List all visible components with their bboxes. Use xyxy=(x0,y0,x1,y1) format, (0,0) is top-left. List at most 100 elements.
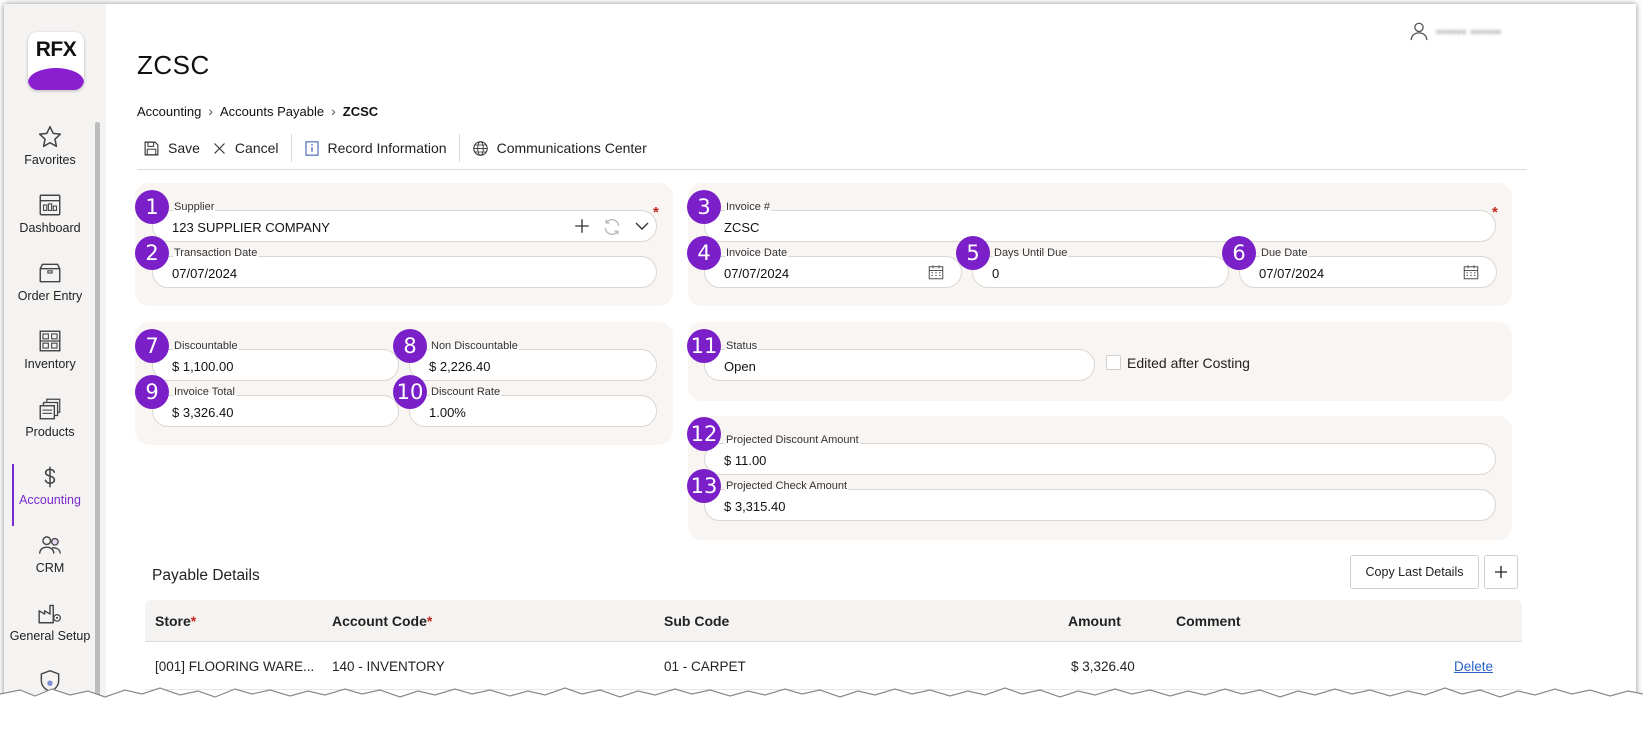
transaction-date-field[interactable]: Transaction Date 07/07/2024 xyxy=(152,247,657,288)
sidebar-item-label: General Setup xyxy=(9,629,91,643)
projected-discount-amount-field[interactable]: Projected Discount Amount $ 11.00 xyxy=(704,434,1496,475)
invoice-total-field[interactable]: Invoice Total $ 3,326.40 xyxy=(152,386,399,427)
discountable-field[interactable]: Discountable $ 1,100.00 xyxy=(152,340,399,381)
save-button[interactable]: Save xyxy=(137,134,206,162)
non-discountable-field[interactable]: Non Discountable $ 2,226.40 xyxy=(409,340,657,381)
breadcrumb-accounts-payable[interactable]: Accounts Payable xyxy=(220,104,324,119)
callout-badge: 5 xyxy=(956,236,990,270)
sidebar-item-dashboard[interactable]: Dashboard xyxy=(4,192,96,254)
sidebar-item-general-setup[interactable]: General Setup xyxy=(4,600,96,662)
breadcrumb: Accounting › Accounts Payable › ZCSC xyxy=(137,103,378,119)
sidebar: RFX Favorites Dashboard Order Entry Inve… xyxy=(4,4,106,726)
copy-last-details-button[interactable]: Copy Last Details xyxy=(1350,555,1479,589)
sidebar-item-label: Products xyxy=(25,425,75,439)
sidebar-item-crm[interactable]: CRM xyxy=(4,532,96,594)
communications-center-button[interactable]: Communications Center xyxy=(466,134,653,162)
due-date-field[interactable]: Due Date 07/07/2024 xyxy=(1239,247,1497,288)
sidebar-item-order-entry[interactable]: Order Entry xyxy=(4,260,96,322)
payable-details-title: Payable Details xyxy=(152,567,260,584)
user-name: ▪▪▪▪▪▪ ▪▪▪▪▪▪ xyxy=(1436,23,1502,39)
user-icon xyxy=(1410,22,1428,41)
toolbar-divider xyxy=(458,134,460,162)
discount-rate-field[interactable]: Discount Rate 1.00% xyxy=(409,386,657,427)
due-date-value: 07/07/2024 xyxy=(1259,266,1325,281)
callout-badge: 2 xyxy=(135,236,169,270)
callout-badge: 3 xyxy=(687,190,721,224)
chevron-right-icon: › xyxy=(208,103,213,119)
delete-link[interactable]: Delete xyxy=(1454,659,1493,674)
column-header-comment[interactable]: Comment xyxy=(1176,613,1241,629)
sidebar-item-label: CRM xyxy=(35,561,65,575)
callout-badge: 4 xyxy=(687,236,721,270)
calendar-icon[interactable] xyxy=(927,263,945,281)
logo-text: RFX xyxy=(35,38,77,61)
dashboard-icon xyxy=(39,194,61,216)
sidebar-item-label: Order Entry xyxy=(17,289,83,303)
days-until-due-label: Days Until Due xyxy=(993,247,1069,259)
discount-rate-value: 1.00% xyxy=(429,405,466,420)
non-discountable-label: Non Discountable xyxy=(430,340,519,352)
app-window: RFX Favorites Dashboard Order Entry Inve… xyxy=(4,4,1636,726)
days-until-due-value: 0 xyxy=(992,266,1000,281)
sidebar-item-label: Inventory xyxy=(24,357,76,371)
edited-after-costing-label: Edited after Costing xyxy=(1127,355,1250,371)
toolbar: Save Cancel Record Information Communica… xyxy=(137,134,653,162)
table-header: Store* Account Code* Sub Code Amount Com… xyxy=(145,600,1522,642)
status-value: Open xyxy=(724,359,756,374)
refresh-icon[interactable] xyxy=(602,217,622,237)
sidebar-item-label: Favorites xyxy=(24,153,76,167)
cell-amount: $ 3,326.40 xyxy=(1071,659,1135,674)
invoice-date-field[interactable]: Invoice Date 07/07/2024 xyxy=(704,247,962,288)
callout-badge: 11 xyxy=(687,329,721,363)
callout-badge: 9 xyxy=(135,375,169,409)
sidebar-item-label: Dashboard xyxy=(19,221,81,235)
column-header-sub-code[interactable]: Sub Code xyxy=(664,613,729,629)
sidebar-item-favorites[interactable]: Favorites xyxy=(4,124,96,186)
sidebar-item-inventory[interactable]: Inventory xyxy=(4,328,96,390)
factory-gear-icon xyxy=(38,604,61,624)
projected-check-amount-field[interactable]: Projected Check Amount $ 3,315.40 xyxy=(704,480,1496,521)
non-discountable-value: $ 2,226.40 xyxy=(429,359,491,374)
products-icon xyxy=(39,398,61,420)
record-information-label: Record Information xyxy=(327,140,447,156)
cancel-button[interactable]: Cancel xyxy=(206,134,285,162)
calendar-icon[interactable] xyxy=(1462,263,1480,281)
breadcrumb-accounting[interactable]: Accounting xyxy=(137,104,201,119)
callout-badge: 7 xyxy=(135,329,169,363)
days-until-due-field[interactable]: Days Until Due 0 xyxy=(972,247,1229,288)
status-field[interactable]: Status Open xyxy=(704,340,1095,381)
dollar-icon xyxy=(44,466,56,488)
record-information-button[interactable]: Record Information xyxy=(298,134,453,162)
chevron-down-icon[interactable] xyxy=(633,217,651,235)
discountable-label: Discountable xyxy=(173,340,239,352)
edited-after-costing-checkbox[interactable] xyxy=(1106,355,1121,370)
projected-check-amount-value: $ 3,315.40 xyxy=(724,499,786,514)
projected-discount-amount-label: Projected Discount Amount xyxy=(725,434,860,446)
column-header-account-code[interactable]: Account Code* xyxy=(332,613,432,629)
star-icon xyxy=(38,125,62,148)
sidebar-item-accounting[interactable]: Accounting xyxy=(4,464,96,526)
invoice-total-label: Invoice Total xyxy=(173,386,236,398)
torn-edge-decoration xyxy=(0,687,1643,738)
column-header-store[interactable]: Store* xyxy=(155,613,196,629)
toolbar-divider-line xyxy=(137,169,1527,170)
info-document-icon xyxy=(304,140,319,156)
cell-account-code: 140 - INVENTORY xyxy=(332,659,445,674)
shelves-icon xyxy=(39,330,61,352)
invoice-number-field[interactable]: Invoice # ZCSC xyxy=(704,201,1496,242)
column-header-label: Account Code xyxy=(332,613,427,629)
column-header-amount[interactable]: Amount xyxy=(1068,613,1121,629)
user-menu[interactable]: ▪▪▪▪▪▪ ▪▪▪▪▪▪ xyxy=(1408,18,1501,44)
cancel-label: Cancel xyxy=(234,140,279,156)
supplier-field[interactable]: Supplier 123 SUPPLIER COMPANY xyxy=(152,201,657,242)
invoice-date-value: 07/07/2024 xyxy=(724,266,790,281)
callout-badge: 6 xyxy=(1222,236,1256,270)
sidebar-item-products[interactable]: Products xyxy=(4,396,96,458)
save-icon xyxy=(144,141,159,155)
app-logo[interactable]: RFX xyxy=(28,32,84,90)
supplier-value: 123 SUPPLIER COMPANY xyxy=(172,220,330,235)
plus-icon xyxy=(1495,566,1507,578)
add-detail-button[interactable] xyxy=(1484,555,1518,589)
column-header-label: Store xyxy=(155,613,191,629)
plus-icon[interactable] xyxy=(573,217,591,235)
